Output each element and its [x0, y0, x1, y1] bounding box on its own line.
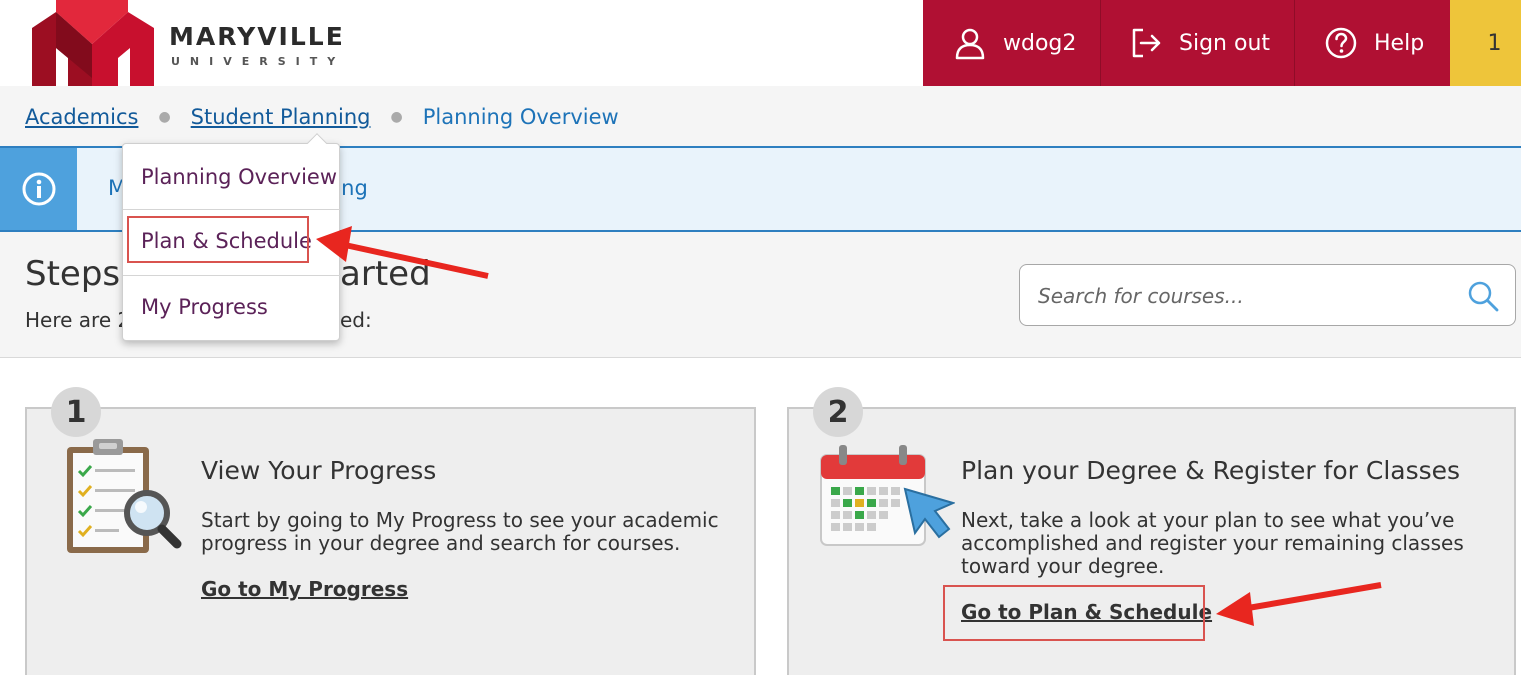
logo-name: MARYVILLE [169, 22, 345, 51]
breadcrumb-separator: ● [390, 109, 403, 125]
steps-title-end: arted [340, 254, 431, 294]
maryville-logo[interactable]: MARYVILLE UNIVERSITY [28, 0, 343, 86]
card-title: Plan your Degree & Register for Classes [961, 456, 1461, 485]
info-icon-box [0, 148, 77, 230]
user-icon [955, 28, 985, 60]
breadcrumb-current: Planning Overview [422, 105, 619, 129]
notifications-button[interactable]: 1 [1450, 0, 1521, 86]
header: MARYVILLE UNIVERSITY wdog2 Sign out Help… [0, 0, 1521, 86]
user-menu-button[interactable]: wdog2 [923, 0, 1100, 86]
search-icon[interactable] [1466, 279, 1500, 313]
calendar-icon [820, 445, 955, 546]
card-title: View Your Progress [201, 456, 437, 485]
clipboard-checklist-icon [67, 439, 182, 553]
breadcrumb-academics[interactable]: Academics [25, 105, 138, 129]
username-label: wdog2 [1003, 30, 1077, 56]
sign-out-button[interactable]: Sign out [1101, 0, 1294, 86]
steps-subtitle-end: ed: [340, 308, 372, 332]
step-number: 1 [51, 387, 101, 437]
card-description: Next, take a look at your plan to see wh… [961, 508, 1464, 578]
sign-out-icon [1132, 28, 1161, 58]
course-search [1019, 264, 1516, 326]
help-icon [1325, 27, 1357, 59]
highlight-box [127, 216, 309, 263]
highlight-box [943, 585, 1205, 641]
breadcrumb-separator: ● [158, 109, 171, 125]
card-description: Start by going to My Progress to see you… [201, 508, 719, 555]
maryville-m-logo-icon [32, 0, 154, 86]
notification-count: 1 [1487, 30, 1502, 56]
sign-out-label: Sign out [1179, 30, 1271, 56]
search-input[interactable] [1038, 281, 1438, 311]
menu-item-my-progress[interactable]: My Progress [123, 274, 341, 340]
logo-sub: UNIVERSITY [171, 55, 346, 68]
menu-item-planning-overview[interactable]: Planning Overview [123, 144, 341, 210]
steps-subtitle-start: Here are 2 [25, 308, 131, 332]
go-to-my-progress-link[interactable]: Go to My Progress [201, 577, 408, 601]
steps-title-start: Steps [25, 254, 121, 294]
breadcrumb: Academics ● Student Planning ● Planning … [25, 102, 619, 132]
help-label: Help [1374, 30, 1425, 56]
help-button[interactable]: Help [1295, 0, 1450, 86]
breadcrumb-student-planning[interactable]: Student Planning [191, 105, 371, 129]
info-icon [22, 172, 55, 206]
step-card-progress: 1 View Your Progress Start by going to M… [25, 387, 756, 675]
step-number: 2 [813, 387, 863, 437]
